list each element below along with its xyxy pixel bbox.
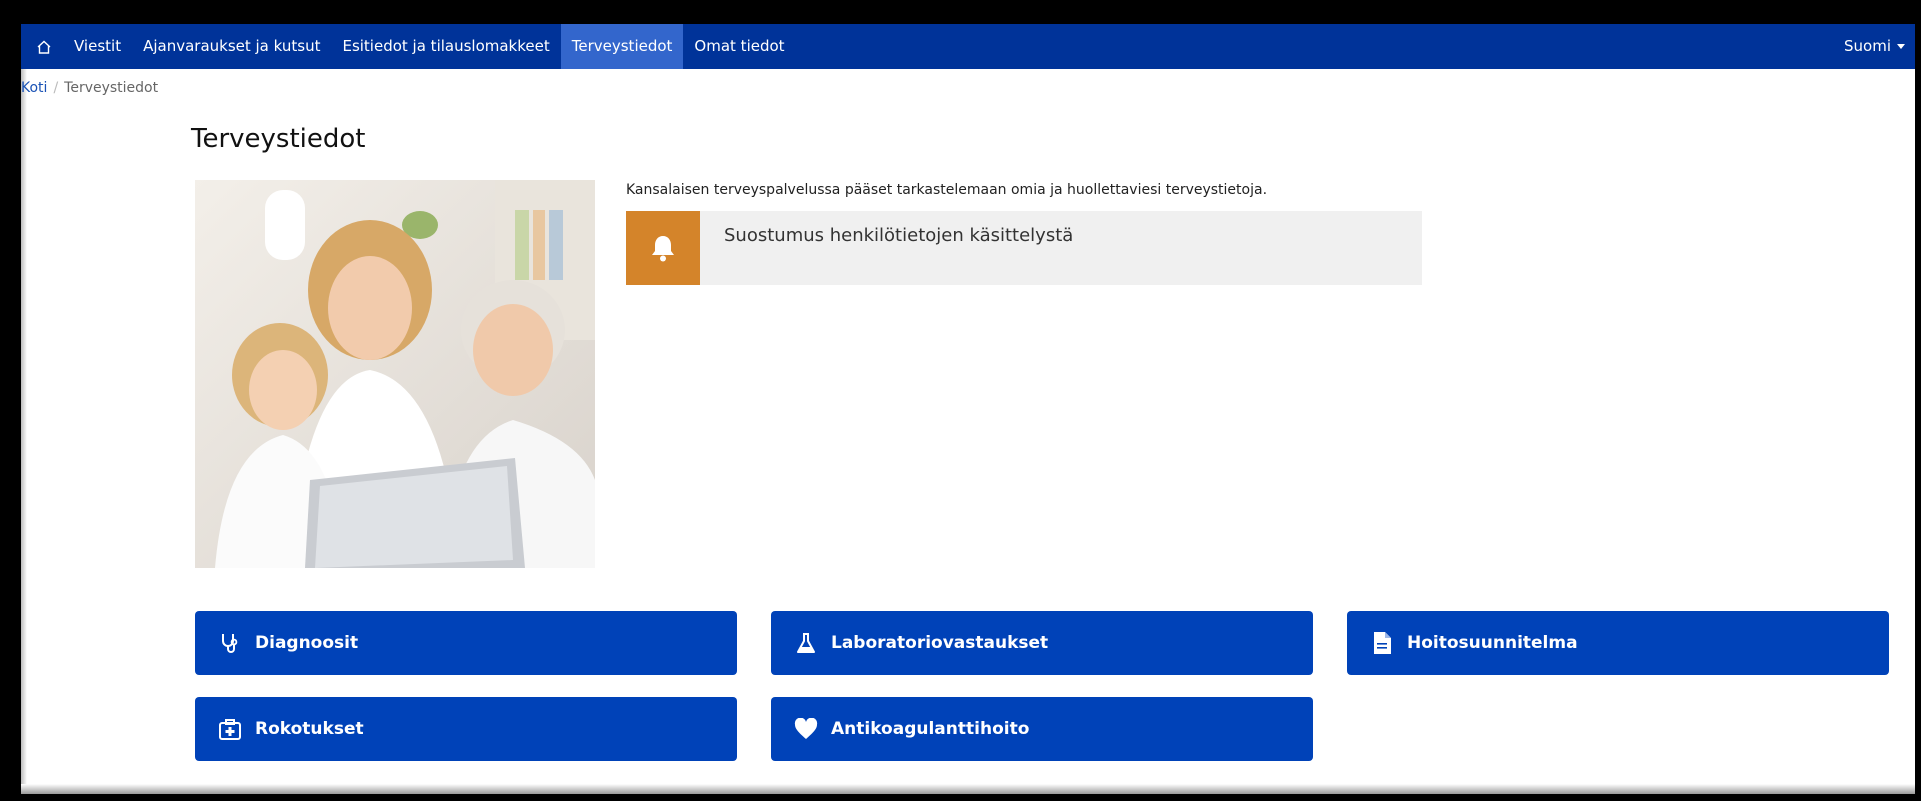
family-laptop-illustration (195, 180, 595, 568)
flask-icon (791, 628, 821, 658)
tile-antikoagulanttihoito[interactable]: Antikoagulanttihoito (771, 697, 1313, 761)
breadcrumb-home-link[interactable]: Koti (21, 80, 47, 96)
hero-image (195, 180, 595, 568)
nav-item-omat-tiedot[interactable]: Omat tiedot (683, 24, 795, 69)
consent-label: Suostumus henkilötietojen käsittelystä (724, 225, 1074, 246)
nav-item-ajanvaraukset[interactable]: Ajanvaraukset ja kutsut (132, 24, 331, 69)
document-icon (1367, 628, 1397, 658)
home-icon (37, 40, 51, 54)
page-title: Terveystiedot (191, 124, 366, 154)
heart-icon (791, 714, 821, 744)
caret-down-icon (1897, 44, 1905, 49)
intro-text: Kansalaisen terveyspalvelussa pääset tar… (626, 182, 1268, 198)
left-edge-shadow (21, 24, 27, 794)
breadcrumb-current: Terveystiedot (64, 80, 159, 96)
first-aid-kit-icon (215, 714, 245, 744)
bottom-edge-shadow (21, 784, 1915, 794)
top-navbar: Viestit Ajanvaraukset ja kutsut Esitiedo… (21, 24, 1915, 69)
tile-rokotukset[interactable]: Rokotukset (195, 697, 737, 761)
breadcrumb: Koti / Terveystiedot (21, 80, 158, 96)
breadcrumb-separator: / (53, 80, 59, 96)
tile-label: Laboratoriovastaukset (831, 633, 1049, 653)
nav-home[interactable] (25, 24, 63, 69)
tile-label: Rokotukset (255, 719, 364, 739)
tile-laboratoriovastaukset[interactable]: Laboratoriovastaukset (771, 611, 1313, 675)
nav-item-viestit[interactable]: Viestit (63, 24, 132, 69)
consent-icon-box (626, 211, 700, 285)
tile-label: Hoitosuunnitelma (1407, 633, 1578, 653)
window-frame: Viestit Ajanvaraukset ja kutsut Esitiedo… (0, 0, 1921, 801)
bell-icon (652, 236, 674, 262)
tile-label: Diagnoosit (255, 633, 359, 653)
language-selector[interactable]: Suomi (1844, 24, 1905, 69)
tile-hoitosuunnitelma[interactable]: Hoitosuunnitelma (1347, 611, 1889, 675)
nav-item-terveystiedot[interactable]: Terveystiedot (560, 24, 684, 69)
tile-diagnoosit[interactable]: Diagnoosit (195, 611, 737, 675)
stethoscope-icon (215, 628, 245, 658)
consent-banner[interactable]: Suostumus henkilötietojen käsittelystä (626, 211, 1422, 285)
browser-viewport: Viestit Ajanvaraukset ja kutsut Esitiedo… (21, 24, 1915, 794)
language-label: Suomi (1844, 37, 1891, 55)
tile-label: Antikoagulanttihoito (831, 719, 1030, 739)
nav-item-esitiedot[interactable]: Esitiedot ja tilauslomakkeet (331, 24, 560, 69)
